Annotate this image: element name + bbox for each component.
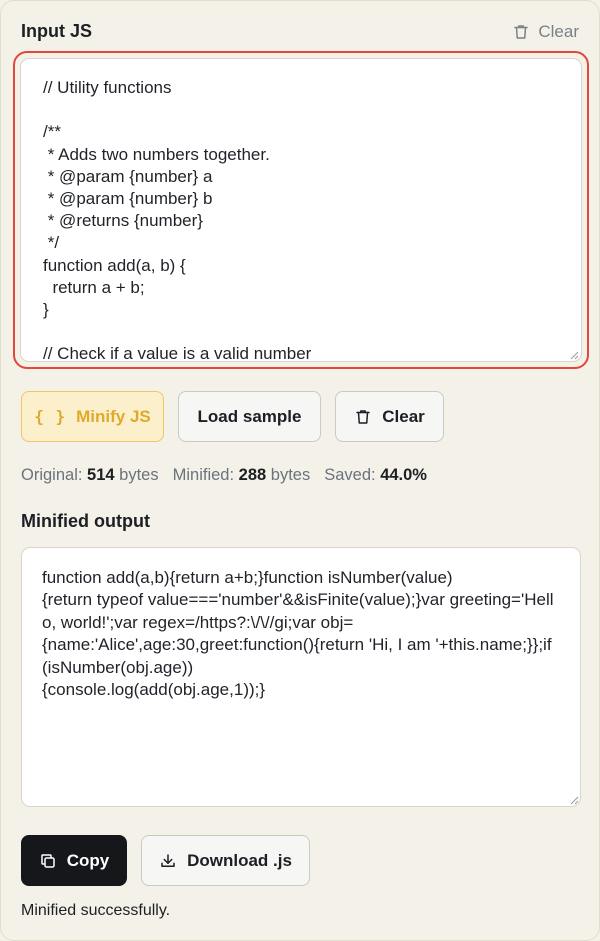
output-actions: Copy Download .js (21, 835, 310, 886)
load-sample-button[interactable]: Load sample (178, 391, 321, 442)
input-header: Input JS Clear (21, 21, 579, 42)
trash-icon (514, 24, 529, 39)
download-label: Download .js (187, 850, 292, 870)
copy-button[interactable]: Copy (21, 835, 127, 886)
minified-stat: Minified: 288 bytes (172, 466, 311, 484)
trash-icon (356, 409, 370, 424)
minify-label: Minify JS (76, 406, 151, 426)
input-actions: { } Minify JS Load sample Clear (21, 391, 444, 442)
minify-button[interactable]: { } Minify JS (21, 391, 164, 442)
input-clear-link[interactable]: Clear (512, 22, 579, 42)
copy-icon (41, 853, 55, 868)
resize-grip-icon[interactable] (569, 350, 579, 360)
input-focus-ring: // Utility functions /** * Adds two numb… (13, 51, 589, 369)
minified-output-textarea[interactable]: function add(a,b){return a+b;}function i… (21, 547, 581, 807)
original-stat: Original: 514 bytes (21, 466, 159, 484)
download-icon (161, 853, 175, 867)
input-js-textarea[interactable]: // Utility functions /** * Adds two numb… (20, 58, 582, 362)
js-minifier-panel: Input JS Clear // Utility functions /** … (0, 0, 600, 941)
copy-label: Copy (66, 850, 110, 870)
input-clear-label: Clear (538, 21, 579, 41)
resize-grip-icon[interactable] (569, 795, 579, 805)
braces-icon: { } (34, 407, 67, 426)
size-stats: Original: 514 bytes Minified: 288 bytes … (21, 466, 427, 485)
input-title: Input JS (21, 21, 92, 41)
status-message: Minified successfully. (21, 902, 171, 919)
saved-percent: 44.0% (380, 466, 427, 484)
output-header: Minified output (21, 511, 579, 532)
original-bytes: 514 (87, 466, 115, 484)
output-title: Minified output (21, 511, 150, 531)
load-sample-label: Load sample (197, 406, 302, 426)
clear-label: Clear (382, 406, 425, 426)
download-button[interactable]: Download .js (141, 835, 310, 886)
saved-stat: Saved: 44.0% (324, 466, 427, 484)
minified-bytes: 288 (238, 466, 267, 484)
clear-button[interactable]: Clear (335, 391, 444, 442)
